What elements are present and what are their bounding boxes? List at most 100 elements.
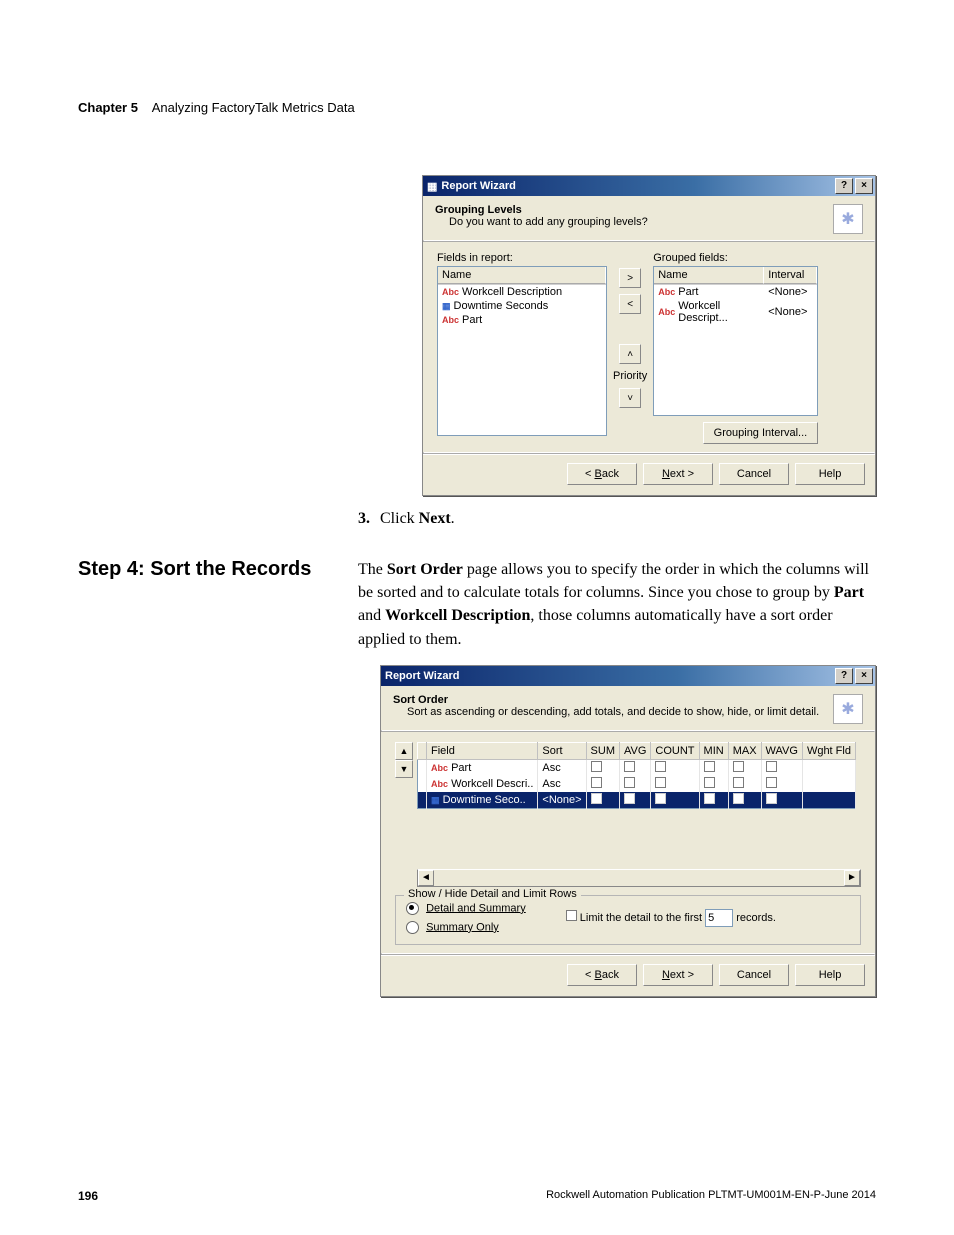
col-wght-fld[interactable]: Wght Fld	[802, 742, 855, 759]
text-field-icon: Abc	[431, 779, 448, 789]
col-interval-header: Interval	[764, 267, 817, 284]
show-hide-fieldset: Show / Hide Detail and Limit Rows Detail…	[395, 895, 861, 945]
dialog-title-bar: ▦ Report Wizard ? ×	[423, 176, 875, 196]
list-item[interactable]: AbcPart	[438, 313, 606, 327]
grid-row[interactable]: Abc Workcell Descri.. Asc	[418, 776, 856, 792]
checkbox[interactable]	[766, 777, 777, 788]
radio-summary-only-label[interactable]: Summary Only	[426, 921, 499, 933]
checkbox[interactable]	[591, 761, 602, 772]
grouping-interval-button[interactable]: Grouping Interval...	[703, 422, 819, 444]
horizontal-scrollbar[interactable]: ◄ ►	[417, 869, 861, 887]
checkbox[interactable]	[733, 761, 744, 772]
remove-button[interactable]: <	[619, 294, 641, 314]
col-sum[interactable]: SUM	[586, 742, 619, 759]
grid-row-selected[interactable]: ▦ Downtime Seco.. <None>	[418, 792, 856, 809]
wizard-icon: ✱	[833, 694, 863, 724]
page-footer: 196 Rockwell Automation Publication PLTM…	[78, 1189, 876, 1203]
checkbox[interactable]	[624, 777, 635, 788]
chapter-title: Analyzing FactoryTalk Metrics Data	[152, 100, 355, 115]
checkbox[interactable]	[766, 793, 777, 804]
checkbox[interactable]	[655, 793, 666, 804]
radio-summary-only[interactable]	[406, 921, 419, 934]
checkbox[interactable]	[591, 777, 602, 788]
help-button[interactable]: ?	[835, 668, 853, 684]
col-avg[interactable]: AVG	[620, 742, 651, 759]
close-button[interactable]: ×	[855, 178, 873, 194]
cancel-button[interactable]: Cancel	[719, 964, 789, 986]
back-button[interactable]: < Back	[567, 463, 637, 485]
checkbox[interactable]	[624, 761, 635, 772]
col-sort[interactable]: Sort	[538, 742, 586, 759]
grid-header-row: Field Sort SUM AVG COUNT MIN MAX WAVG Wg…	[418, 742, 856, 759]
sort-order-dialog: Report Wizard ? × Sort Order Sort as asc…	[380, 665, 876, 997]
radio-detail-summary[interactable]	[406, 902, 419, 915]
checkbox-checked[interactable]	[624, 793, 635, 804]
checkbox[interactable]	[591, 793, 602, 804]
fields-in-report-label: Fields in report:	[437, 252, 607, 264]
app-icon: ▦	[427, 180, 437, 193]
list-item[interactable]: ▦Downtime Seconds	[438, 299, 606, 313]
grouping-levels-dialog: ▦ Report Wizard ? × Grouping Levels Do y…	[422, 175, 876, 496]
dialog-title: Report Wizard	[441, 180, 515, 192]
limit-records-option: Limit the detail to the first 5 records.	[566, 909, 776, 927]
dialog-footer: < Back Next > Cancel Help	[423, 454, 875, 495]
step-instruction: 3. Click Next.	[358, 510, 876, 528]
radio-detail-summary-label[interactable]: Detail and Summary	[426, 902, 526, 914]
step4-block: Step 4: Sort the Records The Sort Order …	[78, 558, 876, 997]
spin-down-button[interactable]: ▼	[395, 760, 413, 778]
step-number: 3.	[358, 510, 370, 527]
dialog-header: Sort Order Sort as ascending or descendi…	[381, 686, 875, 730]
upper-block: ▦ Report Wizard ? × Grouping Levels Do y…	[78, 175, 876, 558]
spin-up-button[interactable]: ▲	[395, 742, 413, 760]
checkbox[interactable]	[766, 761, 777, 772]
checkbox[interactable]	[704, 793, 715, 804]
list-item[interactable]: AbcPart <None>	[654, 285, 817, 299]
checkbox[interactable]	[733, 777, 744, 788]
cancel-button[interactable]: Cancel	[719, 463, 789, 485]
checkbox[interactable]	[655, 761, 666, 772]
help-button[interactable]: ?	[835, 178, 853, 194]
scroll-right-icon[interactable]: ►	[844, 870, 860, 886]
col-wavg[interactable]: WAVG	[761, 742, 802, 759]
back-button[interactable]: < Back	[567, 964, 637, 986]
step4-heading: Step 4: Sort the Records	[78, 558, 328, 581]
text-field-icon: Abc	[442, 287, 459, 297]
col-count[interactable]: COUNT	[651, 742, 699, 759]
col-field[interactable]: Field	[427, 742, 538, 759]
grouped-fields-list[interactable]: Name Interval AbcPart <None> AbcWorkcell…	[653, 266, 818, 416]
move-up-button[interactable]: ˄	[619, 344, 641, 364]
publication-id: Rockwell Automation Publication PLTMT-UM…	[546, 1189, 876, 1203]
close-button[interactable]: ×	[855, 668, 873, 684]
help-button[interactable]: Help	[795, 463, 865, 485]
add-button[interactable]: >	[619, 268, 641, 288]
text-field-icon: Abc	[442, 315, 459, 325]
dialog-footer: < Back Next > Cancel Help	[381, 955, 875, 996]
dialog-subtext: Sort as ascending or descending, add tot…	[407, 706, 833, 718]
text-field-icon: Abc	[658, 307, 675, 317]
move-down-button[interactable]: ˅	[619, 388, 641, 408]
scroll-left-icon[interactable]: ◄	[418, 870, 434, 886]
sort-grid[interactable]: Field Sort SUM AVG COUNT MIN MAX WAVG Wg…	[417, 742, 856, 809]
limit-checkbox[interactable]	[566, 910, 577, 921]
next-button[interactable]: Next >	[643, 463, 713, 485]
grid-row[interactable]: Abc Part Asc	[418, 759, 856, 776]
chapter-number: Chapter 5	[78, 100, 138, 115]
checkbox[interactable]	[704, 777, 715, 788]
number-field-icon: ▦	[442, 301, 451, 312]
col-min[interactable]: MIN	[699, 742, 728, 759]
col-max[interactable]: MAX	[728, 742, 761, 759]
checkbox[interactable]	[655, 777, 666, 788]
fields-in-report-list[interactable]: Name AbcWorkcell Description ▦Downtime S…	[437, 266, 607, 436]
checkbox[interactable]	[704, 761, 715, 772]
dialog-heading: Grouping Levels	[435, 204, 833, 216]
text-field-icon: Abc	[658, 287, 675, 297]
limit-value-input[interactable]: 5	[705, 909, 733, 927]
list-item[interactable]: AbcWorkcell Description	[438, 285, 606, 299]
dialog-title: Report Wizard	[385, 670, 459, 682]
next-button[interactable]: Next >	[643, 964, 713, 986]
dialog-header: Grouping Levels Do you want to add any g…	[423, 196, 875, 240]
checkbox[interactable]	[733, 793, 744, 804]
list-item[interactable]: AbcWorkcell Descript... <None>	[654, 299, 817, 325]
help-button[interactable]: Help	[795, 964, 865, 986]
transfer-buttons: > < ˄ Priority ˅	[613, 268, 647, 408]
